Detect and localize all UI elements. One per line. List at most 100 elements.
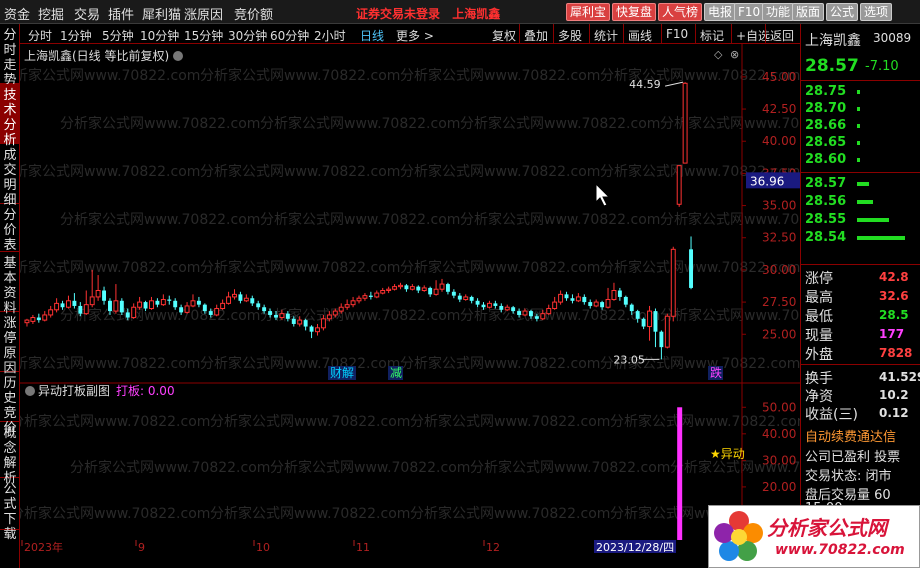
bid-price: 28.54 — [805, 230, 847, 245]
menu-item[interactable]: 涨原因 — [184, 4, 223, 23]
candle — [250, 295, 255, 306]
menu-item[interactable]: 竞价额 — [234, 4, 273, 23]
candle — [386, 286, 392, 294]
sidebar-tab[interactable]: 基本资料 — [0, 252, 20, 316]
candle — [184, 302, 190, 314]
period-tab[interactable]: 10分钟 — [140, 27, 179, 44]
top-button[interactable]: 电报 — [704, 3, 737, 21]
top-button[interactable]: 公式 — [826, 3, 859, 21]
x-tick-label: 2023年 — [24, 540, 63, 554]
candle — [102, 286, 107, 305]
x-tick-label: 10 — [256, 541, 270, 554]
candle — [226, 291, 232, 305]
y-tick-label: 42.50 — [762, 102, 796, 116]
candle — [463, 294, 469, 301]
top-button[interactable]: 选项 — [860, 3, 893, 21]
quote-panel: 上海凯鑫 30089 28.57 -7.10 28.75 28.70 28.66 28… — [800, 24, 920, 568]
candle — [232, 289, 237, 300]
watermark-text: 分析家公式网www.70822.com — [400, 67, 600, 84]
current-price-label: 36.96 — [750, 174, 784, 188]
menu-item[interactable]: 插件 — [108, 4, 134, 23]
divider — [801, 264, 920, 265]
watermark-text: 分析家公式网www.70822.com — [60, 115, 260, 132]
tool-button[interactable]: 复权 — [492, 27, 516, 44]
watermark-text: 分析家公式网www.70822.com — [20, 505, 210, 522]
sidebar-tab[interactable]: 分时走势 — [0, 24, 20, 88]
kline-chart[interactable]: 分析家公式网www.70822.com 分析家公式网www.70822.com 分析… — [0, 44, 860, 384]
top-button[interactable]: 犀利宝 — [566, 3, 611, 21]
menu-item[interactable]: 资金 — [4, 4, 30, 23]
period-tab[interactable]: 分时 — [28, 27, 52, 44]
diamond-icon[interactable]: ◇ — [714, 48, 723, 61]
event-label[interactable]: 财解 — [330, 366, 354, 380]
sidebar-tab[interactable]: 概念解析 — [0, 422, 20, 486]
watermark-text: 分析家公式网www.70822.com — [20, 163, 200, 180]
period-tab[interactable]: 日线 — [360, 27, 384, 44]
candle — [570, 294, 575, 304]
tool-button[interactable]: 画线 — [628, 27, 652, 44]
date-cursor-label: 2023/12/28/四 — [596, 541, 674, 554]
watermark-text: 分析家公式网www.70822.com — [200, 259, 400, 276]
candle — [664, 313, 670, 349]
y-tick-label: 40.00 — [762, 134, 796, 148]
sidebar-tab[interactable]: 分价表 — [0, 204, 20, 253]
close-icon[interactable]: ⊗ — [730, 48, 739, 61]
period-tab[interactable]: 15分钟 — [184, 27, 223, 44]
sidebar-tab[interactable]: 历史竞价 — [0, 372, 20, 436]
tool-separator — [589, 24, 590, 43]
candle — [404, 284, 409, 292]
tool-button[interactable]: 多股 — [558, 27, 582, 44]
stat-value: 42.8 — [879, 270, 909, 284]
top-button[interactable]: 人气榜 — [658, 3, 703, 21]
tool-button[interactable]: 标记 — [700, 27, 724, 44]
period-tab[interactable]: 60分钟 — [270, 27, 309, 44]
tool-button[interactable]: 返回 — [770, 27, 794, 44]
flower-logo-icon — [714, 511, 763, 561]
candle — [475, 298, 480, 308]
sidebar-tab[interactable]: 涨停原因 — [0, 312, 20, 376]
watermark-text: 分析家公式网www.70822.com — [660, 115, 800, 132]
candle — [582, 294, 587, 305]
candle — [54, 298, 60, 313]
tool-button[interactable]: 叠加 — [524, 27, 548, 44]
menu-item[interactable]: 交易 — [74, 4, 100, 23]
header-dropdown-icon[interactable] — [173, 51, 183, 61]
event-label[interactable]: 减 — [390, 366, 402, 380]
watermark-text: 分析家公式网www.70822.com — [200, 355, 400, 372]
candle — [670, 246, 676, 322]
top-button[interactable]: F10 — [734, 3, 765, 21]
period-tab[interactable]: 1分钟 — [60, 27, 92, 44]
candle — [214, 304, 220, 317]
period-tab[interactable]: 5分钟 — [102, 27, 134, 44]
stat-label: 现量 — [805, 328, 833, 344]
y-tick-label: 40.00 — [762, 427, 796, 441]
period-tab[interactable]: 30分钟 — [228, 27, 267, 44]
sidebar-tab[interactable]: 公式下载 — [0, 478, 20, 542]
sub-close-icon[interactable] — [25, 386, 35, 396]
tool-separator — [765, 24, 766, 43]
high-label: 44.59 — [629, 78, 661, 91]
tool-button[interactable]: F10 — [666, 27, 688, 41]
event-label[interactable]: 跌 — [710, 365, 722, 380]
tool-separator — [695, 24, 696, 43]
top-button[interactable]: 功能 — [762, 3, 795, 21]
top-button[interactable]: 版面 — [792, 3, 825, 21]
watermark-text: 分析家公式网www.70822.com — [410, 413, 610, 430]
sub-indicator-chart[interactable]: 分析家公式网www.70822.com 分析家公式网www.70822.com 分析… — [10, 384, 870, 540]
menu-item[interactable]: 挖掘 — [38, 4, 64, 23]
top-button[interactable]: 快复盘 — [612, 3, 657, 21]
menu-item[interactable]: 犀利猫 — [142, 4, 181, 23]
y-tick-label: 32.50 — [762, 231, 796, 245]
service-notice[interactable]: 自动续费通达信 — [805, 426, 896, 445]
candle — [416, 285, 421, 294]
candle — [113, 284, 119, 314]
sub-chart-svg: 分析家公式网www.70822.com 分析家公式网www.70822.com 分析… — [10, 384, 870, 540]
sidebar-tab[interactable]: 成交明细 — [0, 144, 20, 208]
login-notice: 证券交易未登录 — [356, 7, 441, 21]
volume-bar — [857, 218, 889, 222]
period-tab[interactable]: 2小时 — [314, 27, 346, 44]
period-tab[interactable]: 更多 > — [396, 27, 434, 44]
app-window: { "menu": ["资金","挖掘","交易","插件","犀利猫","涨原… — [0, 0, 920, 568]
tool-button[interactable]: 统计 — [594, 27, 618, 44]
sidebar-tab[interactable]: 技术分析 — [0, 84, 20, 148]
